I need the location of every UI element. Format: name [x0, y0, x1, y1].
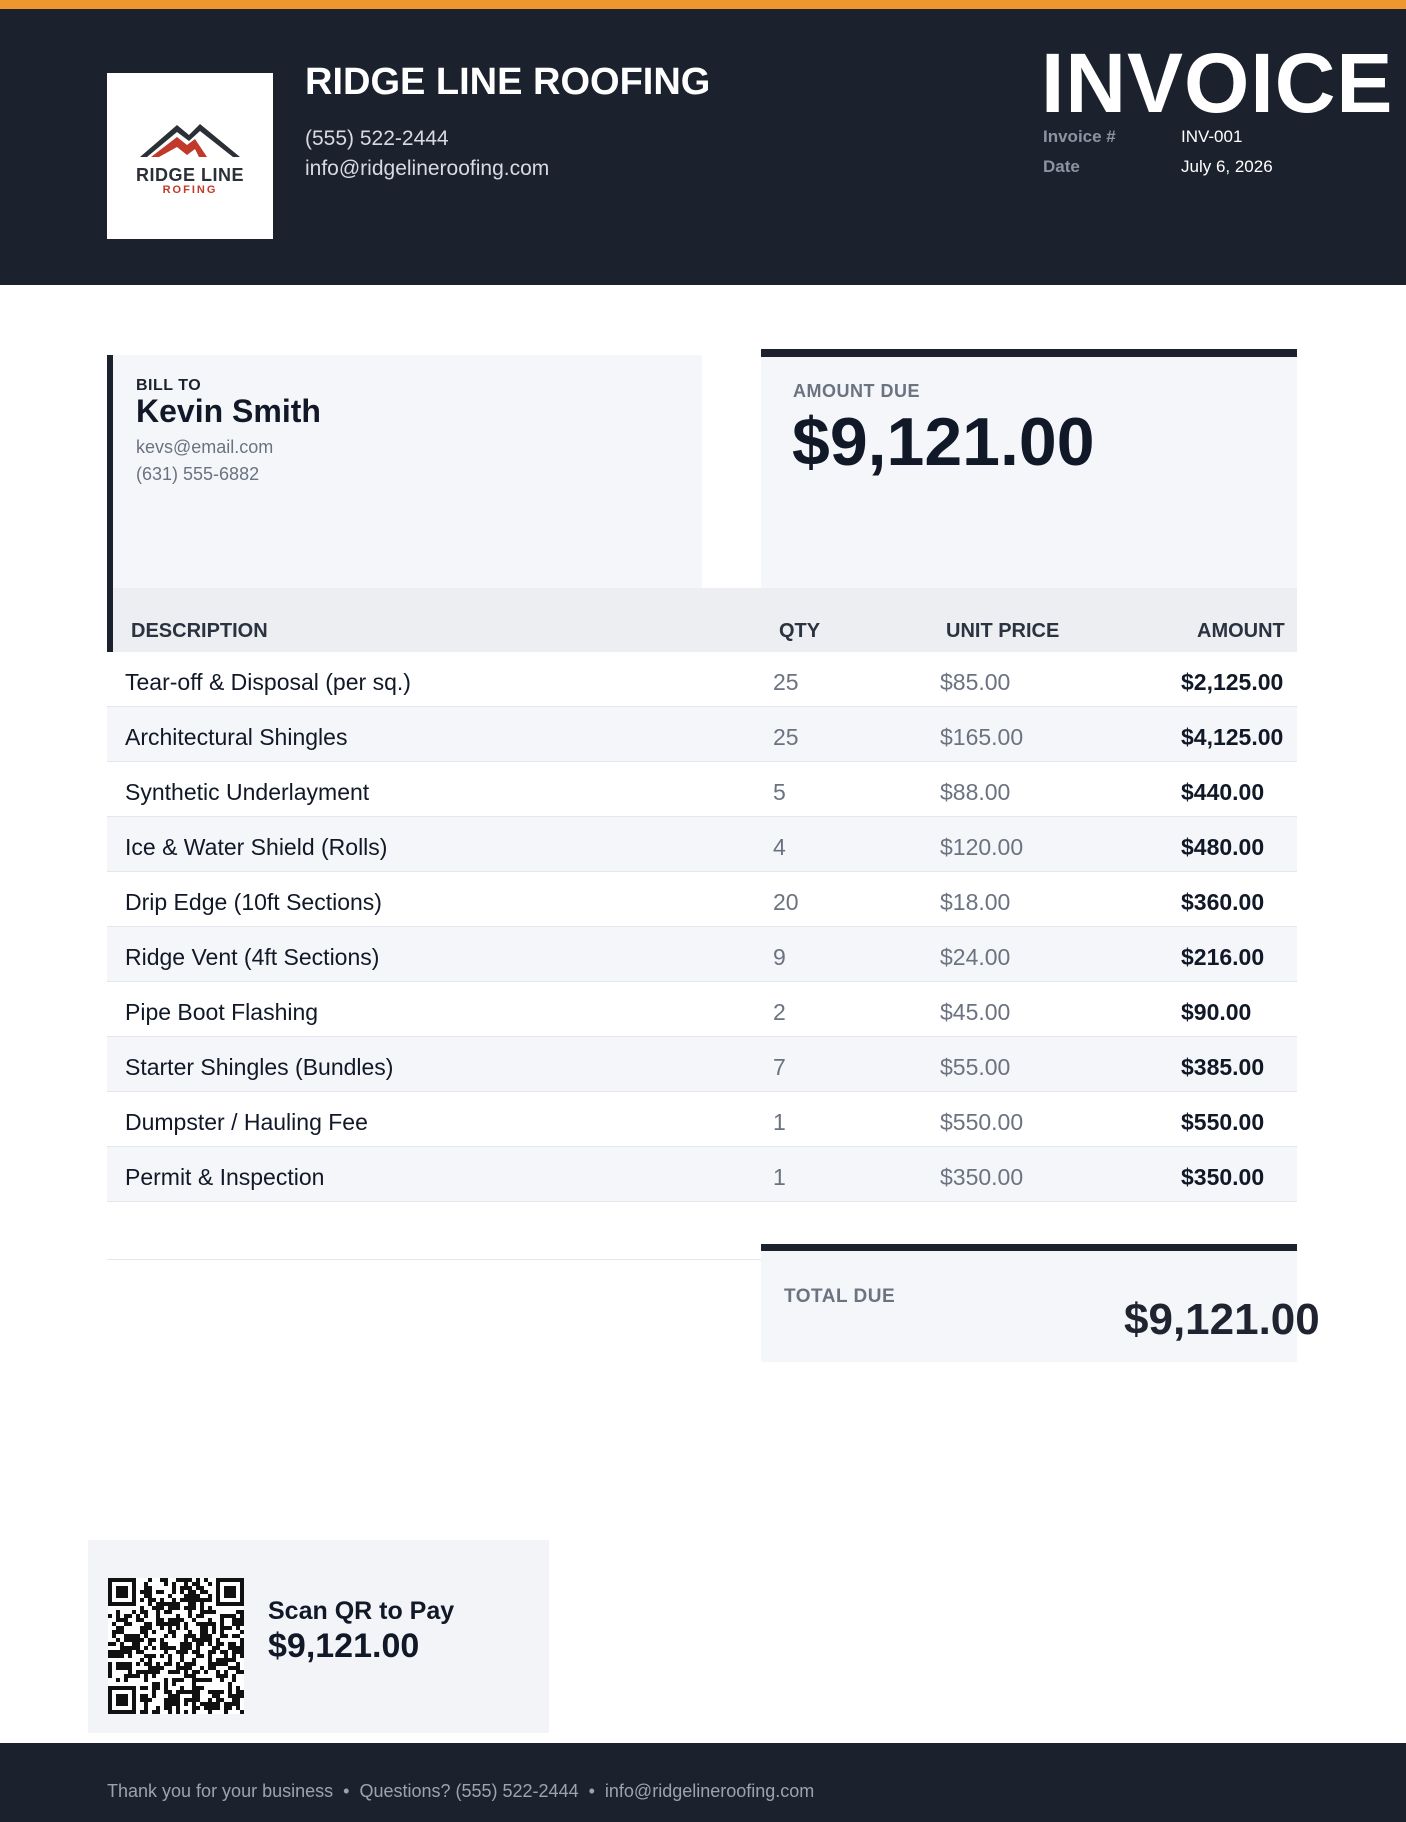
footer-thanks: Thank you for your business — [107, 1781, 334, 1801]
item-qty: 1 — [773, 1164, 786, 1190]
bill-to-card: BILL TO Kevin Smith kevs@email.com (631)… — [107, 355, 702, 588]
invoice-date-label: Date — [1043, 157, 1080, 176]
table-row: Permit & Inspection 1 $350.00 $350.00 — [107, 1147, 1297, 1202]
item-amount: $216.00 — [1181, 944, 1265, 970]
item-unit-price: $24.00 — [940, 944, 1011, 970]
company-phone: (555) 522-2444 — [305, 127, 449, 150]
item-unit-price: $85.00 — [940, 669, 1011, 695]
item-unit-price: $18.00 — [940, 889, 1011, 915]
amount-due-label: AMOUNT DUE — [793, 381, 920, 401]
item-qty: 2 — [773, 999, 786, 1025]
qr-title: Scan QR to Pay — [268, 1597, 455, 1625]
footer-separator: • — [588, 1781, 595, 1801]
table-row: Architectural Shingles 25 $165.00 $4,125… — [107, 707, 1297, 762]
total-due-card: TOTAL DUE $9,121.00 — [761, 1244, 1320, 1362]
item-unit-price: $45.00 — [940, 999, 1011, 1025]
footer-separator: • — [343, 1781, 350, 1801]
item-unit-price: $88.00 — [940, 779, 1011, 805]
total-due-label: TOTAL DUE — [784, 1286, 896, 1307]
qr-code-icon[interactable] — [108, 1578, 244, 1714]
item-qty: 5 — [773, 779, 786, 805]
item-amount: $90.00 — [1181, 999, 1252, 1025]
table-row: Drip Edge (10ft Sections) 20 $18.00 $360… — [107, 872, 1297, 927]
company-name: RIDGE LINE ROOFING — [305, 61, 711, 103]
company-email: info@ridgelineroofing.com — [305, 157, 550, 180]
footer-text: Thank you for your business • Questions? (… — [107, 1781, 814, 1802]
item-qty: 25 — [773, 724, 799, 750]
item-description: Synthetic Underlayment — [125, 779, 370, 805]
table-row: Pipe Boot Flashing 2 $45.00 $90.00 — [107, 982, 1297, 1037]
item-description: Dumpster / Hauling Fee — [125, 1109, 368, 1135]
column-header-qty: QTY — [779, 620, 821, 642]
item-description: Ice & Water Shield (Rolls) — [125, 834, 388, 860]
column-header-unit-price: UNIT PRICE — [946, 620, 1060, 642]
logo-wordmark: RIDGE LINE — [135, 165, 244, 185]
invoice-number-label: Invoice # — [1043, 127, 1116, 146]
company-logo: RIDGE LINE ROFING — [107, 73, 273, 239]
item-description: Tear-off & Disposal (per sq.) — [125, 669, 411, 695]
invoice-header: RIDGE LINE ROFING RIDGE LINE ROOFING (55… — [0, 9, 1406, 285]
table-header: DESCRIPTION QTY UNIT PRICE AMOUNT — [107, 588, 1297, 652]
item-qty: 20 — [773, 889, 799, 915]
table-row: Tear-off & Disposal (per sq.) 25 $85.00 … — [107, 652, 1297, 707]
item-qty: 9 — [773, 944, 786, 970]
amount-due-value: $9,121.00 — [792, 404, 1095, 480]
invoice-number: INV-001 — [1181, 127, 1243, 146]
item-unit-price: $350.00 — [940, 1164, 1024, 1190]
column-header-amount: AMOUNT — [1197, 620, 1285, 642]
qr-amount: $9,121.00 — [268, 1627, 420, 1665]
item-description: Pipe Boot Flashing — [125, 999, 319, 1025]
item-amount: $360.00 — [1181, 889, 1265, 915]
item-amount: $2,125.00 — [1181, 669, 1284, 695]
item-unit-price: $120.00 — [940, 834, 1024, 860]
table-row: Ridge Vent (4ft Sections) 9 $24.00 $216.… — [107, 927, 1297, 982]
table-row: Ice & Water Shield (Rolls) 4 $120.00 $48… — [107, 817, 1297, 872]
item-amount: $550.00 — [1181, 1109, 1265, 1135]
item-qty: 25 — [773, 669, 799, 695]
invoice-title: INVOICE — [1041, 36, 1394, 130]
item-description: Ridge Vent (4ft Sections) — [125, 944, 380, 970]
item-amount: $440.00 — [1181, 779, 1265, 805]
table-row: Dumpster / Hauling Fee 1 $550.00 $550.00 — [107, 1092, 1297, 1147]
item-description: Drip Edge (10ft Sections) — [125, 889, 382, 915]
item-amount: $480.00 — [1181, 834, 1265, 860]
item-amount: $350.00 — [1181, 1164, 1265, 1190]
page-footer: Thank you for your business • Questions? (… — [0, 1743, 1406, 1822]
item-unit-price: $550.00 — [940, 1109, 1024, 1135]
customer-email: kevs@email.com — [136, 437, 274, 457]
item-amount: $385.00 — [1181, 1054, 1265, 1080]
divider — [107, 1259, 761, 1260]
item-qty: 4 — [773, 834, 786, 860]
item-unit-price: $55.00 — [940, 1054, 1011, 1080]
logo-subtext: ROFING — [162, 184, 218, 196]
item-qty: 7 — [773, 1054, 786, 1080]
item-unit-price: $165.00 — [940, 724, 1024, 750]
customer-phone: (631) 555-6882 — [136, 464, 260, 484]
qr-payment-card: Scan QR to Pay $9,121.00 — [88, 1540, 549, 1733]
total-due-value: $9,121.00 — [1124, 1295, 1320, 1344]
item-amount: $4,125.00 — [1181, 724, 1284, 750]
item-description: Starter Shingles (Bundles) — [125, 1054, 394, 1080]
item-qty: 1 — [773, 1109, 786, 1135]
column-header-description: DESCRIPTION — [131, 620, 268, 642]
amount-due-card: AMOUNT DUE $9,121.00 — [761, 349, 1297, 588]
invoice-date: July 6, 2026 — [1181, 157, 1273, 176]
item-description: Permit & Inspection — [125, 1164, 325, 1190]
accent-stripe — [0, 0, 1406, 9]
footer-questions: Questions? (555) 522-2444 — [359, 1781, 579, 1801]
footer-email[interactable]: info@ridgelineroofing.com — [605, 1781, 814, 1801]
table-row: Starter Shingles (Bundles) 7 $55.00 $385… — [107, 1037, 1297, 1092]
table-row: Synthetic Underlayment 5 $88.00 $440.00 — [107, 762, 1297, 817]
mountain-logo-icon — [140, 124, 240, 157]
item-description: Architectural Shingles — [125, 724, 348, 750]
customer-name: Kevin Smith — [136, 393, 321, 429]
